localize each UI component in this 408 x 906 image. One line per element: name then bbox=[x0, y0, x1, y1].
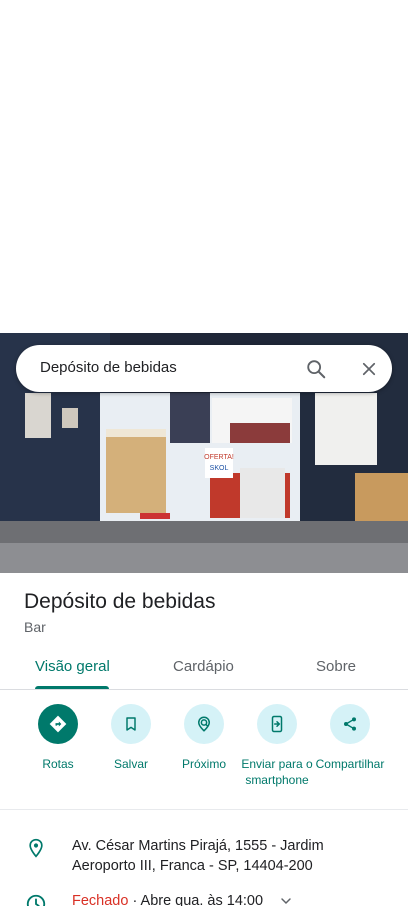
tab-about[interactable]: Sobre bbox=[316, 658, 356, 675]
send-to-phone-icon bbox=[257, 704, 297, 744]
save-button[interactable]: Salvar bbox=[94, 704, 168, 772]
nearby-label: Próximo bbox=[181, 757, 226, 771]
action-buttons-row: Rotas Salvar Próximo Enviar para o smart… bbox=[0, 700, 408, 810]
share-icon bbox=[330, 704, 370, 744]
search-query-text[interactable]: Depósito de bebidas bbox=[40, 359, 177, 376]
svg-text:SKOL: SKOL bbox=[210, 465, 229, 472]
place-category[interactable]: Bar bbox=[24, 619, 46, 635]
send-to-phone-label: Enviar para o smartphone bbox=[241, 757, 313, 787]
hours-status: Fechado bbox=[72, 893, 129, 906]
nearby-button[interactable]: Próximo bbox=[167, 704, 241, 772]
map-area-blank bbox=[0, 0, 408, 333]
clock-icon bbox=[24, 892, 48, 906]
tab-menu[interactable]: Cardápio bbox=[173, 658, 234, 675]
search-icon[interactable] bbox=[302, 355, 330, 383]
share-button[interactable]: Compartilhar bbox=[313, 704, 387, 772]
search-bar[interactable]: Depósito de bebidas bbox=[16, 345, 392, 392]
address-text: Av. César Martins Pirajá, 1555 - Jardim … bbox=[72, 838, 324, 874]
hours-detail: · Abre qua. às 14:00 bbox=[128, 893, 264, 906]
save-label: Salvar bbox=[113, 757, 148, 771]
directions-icon bbox=[38, 704, 78, 744]
chevron-down-icon[interactable] bbox=[278, 893, 294, 906]
hours-text: Fechado · Abre qua. às 14:00 bbox=[72, 893, 263, 906]
bookmark-icon bbox=[111, 704, 151, 744]
place-title: Depósito de bebidas bbox=[24, 590, 216, 613]
location-pin-icon bbox=[24, 836, 48, 860]
active-tab-indicator bbox=[35, 686, 109, 689]
send-to-phone-button[interactable]: Enviar para o smartphone bbox=[240, 704, 314, 788]
directions-label: Rotas bbox=[42, 757, 74, 771]
share-label: Compartilhar bbox=[315, 757, 385, 771]
directions-button[interactable]: Rotas bbox=[21, 704, 95, 772]
place-tabs: Visão geral Cardápio Sobre bbox=[0, 646, 408, 690]
close-icon[interactable] bbox=[355, 355, 383, 383]
tab-overview[interactable]: Visão geral bbox=[35, 658, 110, 675]
svg-text:OFERTA!: OFERTA! bbox=[204, 454, 234, 461]
nearby-icon bbox=[184, 704, 224, 744]
